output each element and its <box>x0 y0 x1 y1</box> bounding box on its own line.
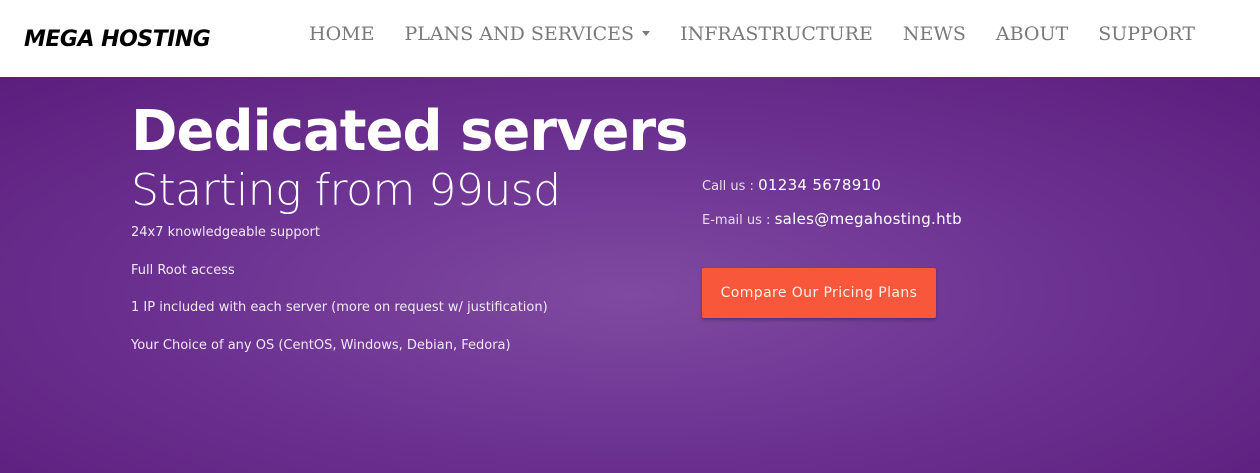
feature-list: 24x7 knowledgeable support Full Root acc… <box>131 223 691 356</box>
phone-label: Call us : <box>702 179 759 194</box>
nav-item-plans-and-services[interactable]: PLANS AND SERVICES <box>389 0 665 46</box>
compare-pricing-plans-button[interactable]: Compare Our Pricing Plans <box>702 268 936 318</box>
nav-item-home[interactable]: HOME <box>294 0 389 46</box>
top-navbar: MEGA HOSTING HOME PLANS AND SERVICES INF… <box>0 0 1260 77</box>
hero-title: Dedicated servers <box>131 99 688 164</box>
caret-down-icon <box>642 30 651 36</box>
phone-number: 01234 5678910 <box>758 176 882 194</box>
nav-item-label: HOME <box>309 23 375 45</box>
feature-item: Full Root access <box>131 262 235 278</box>
nav-item-support[interactable]: SUPPORT <box>1083 0 1210 46</box>
nav-item-about[interactable]: ABOUT <box>981 0 1083 46</box>
nav-item-label: SUPPORT <box>1098 23 1196 45</box>
email-address[interactable]: sales@megahosting.htb <box>775 210 962 228</box>
email-label: E-mail us : <box>702 213 775 228</box>
main-nav: HOME PLANS AND SERVICES INFRASTRUCTURE N… <box>294 0 1210 77</box>
nav-item-infrastructure[interactable]: INFRASTRUCTURE <box>665 0 888 46</box>
nav-item-label: ABOUT <box>995 23 1069 45</box>
nav-item-news[interactable]: NEWS <box>888 0 981 46</box>
feature-item: 1 IP included with each server (more on … <box>131 300 548 315</box>
feature-item: 24x7 knowledgeable support <box>131 225 320 240</box>
hero-intro: Dedicated servers Starting from 99usd 24… <box>131 99 691 373</box>
nav-item-label: PLANS AND SERVICES <box>404 23 635 45</box>
nav-item-label: NEWS <box>902 23 966 45</box>
brand-logo[interactable]: MEGA HOSTING <box>24 26 211 54</box>
feature-item: Your Choice of any OS (CentOS, Windows, … <box>131 337 511 353</box>
phone-line: Call us : 01234 5678910 <box>702 175 1082 197</box>
hero-subtitle: Starting from 99usd <box>131 165 561 216</box>
email-line: E-mail us : sales@megahosting.htb <box>702 209 1082 231</box>
nav-item-label: INFRASTRUCTURE <box>680 23 873 45</box>
hero-banner: Dedicated servers Starting from 99usd 24… <box>0 77 1260 473</box>
contact-panel: Call us : 01234 5678910 E-mail us : sale… <box>702 175 1082 318</box>
